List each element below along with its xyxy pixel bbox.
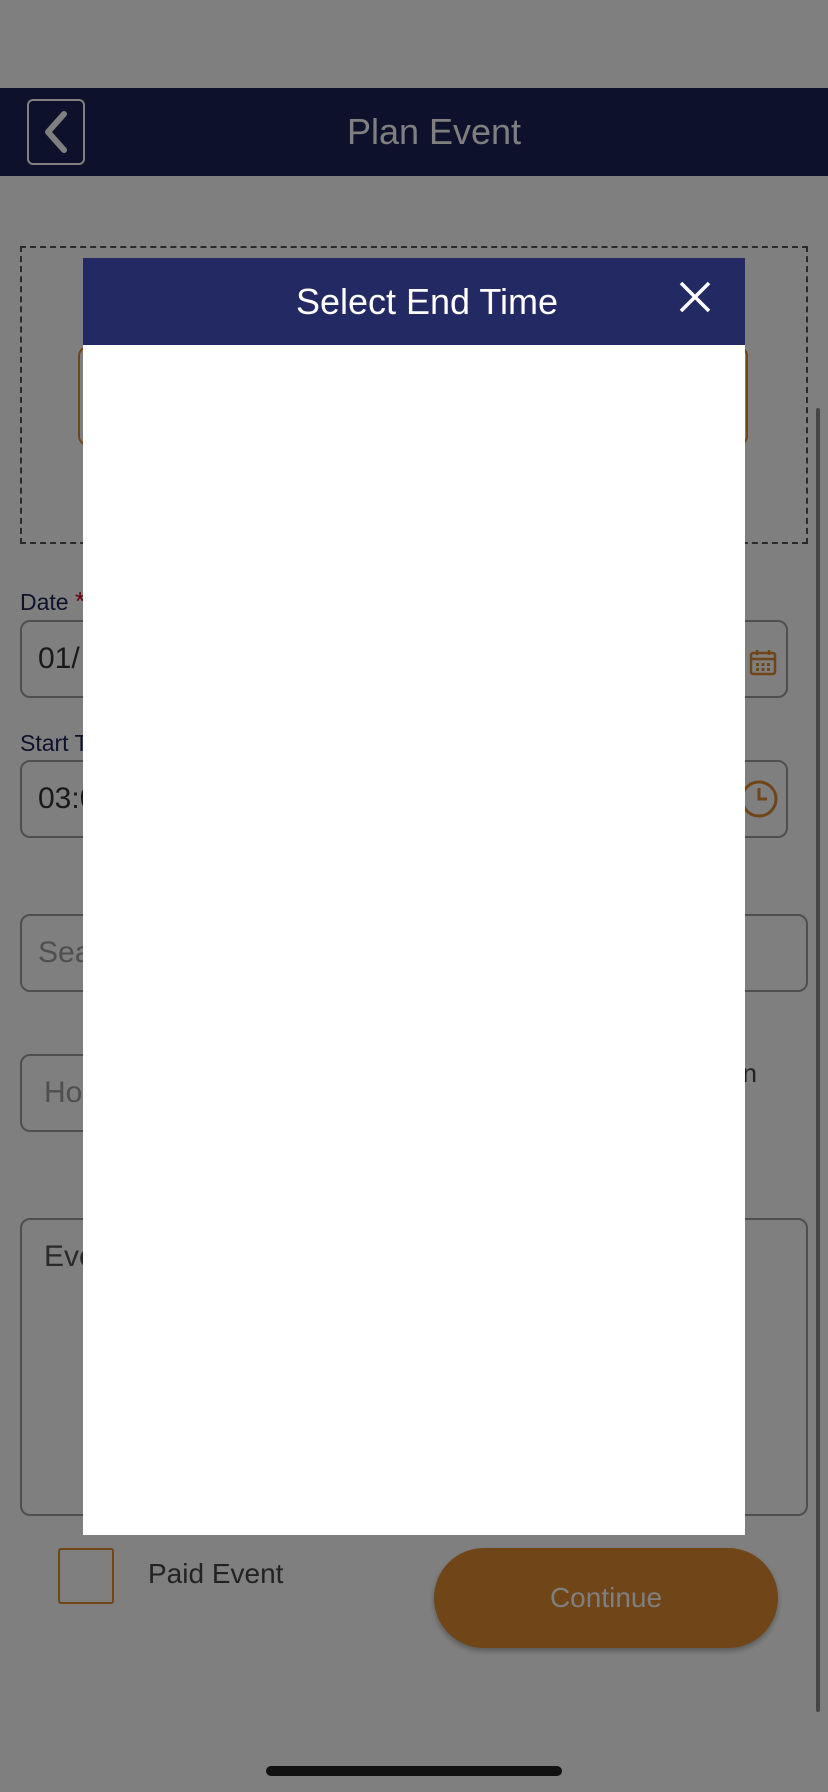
- end-time-modal: [83, 258, 745, 1535]
- home-indicator: [266, 1766, 562, 1776]
- modal-close-button[interactable]: [672, 274, 718, 320]
- close-icon: [679, 281, 711, 313]
- modal-title: Select End Time: [295, 280, 559, 322]
- scrollbar[interactable]: [816, 408, 820, 1712]
